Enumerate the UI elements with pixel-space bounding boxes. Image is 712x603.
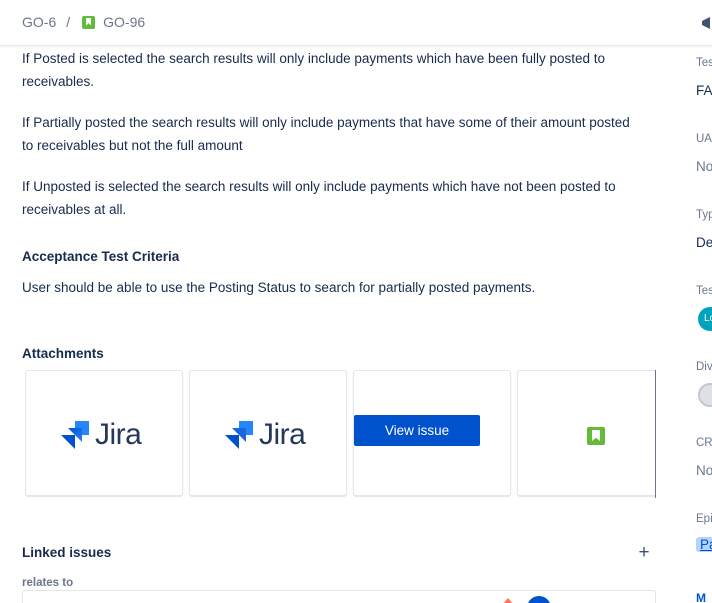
add-linked-issue-button[interactable]: +: [636, 543, 652, 563]
field-label: Tes: [696, 57, 712, 69]
field-label: Epi: [696, 513, 712, 525]
strip-scroll-edge: [655, 370, 656, 498]
jira-wordmark: Jira: [95, 418, 142, 451]
field-label: Tes: [696, 285, 712, 297]
field-label: Div: [696, 361, 712, 373]
jira-wordmark: Jira: [259, 418, 306, 451]
jira-logo: Jira: [223, 418, 306, 452]
field-label: Typ: [696, 209, 712, 221]
issue-header: GO-6 / GO-96: [0, 0, 712, 46]
field-value[interactable]: No: [696, 159, 712, 174]
attachment-card[interactable]: Jira: [25, 370, 183, 496]
priority-icon: [503, 598, 513, 603]
acceptance-text: User should be able to use the Posting S…: [22, 280, 536, 295]
avatar[interactable]: Lo: [698, 307, 712, 331]
jira-icon: [225, 421, 253, 449]
attachment-card[interactable]: Jira: [189, 370, 347, 496]
megaphone-icon[interactable]: [701, 16, 712, 30]
acceptance-heading: Acceptance Test Criteria: [22, 249, 180, 264]
attachments-heading: Attachments: [22, 346, 104, 361]
jira-icon: [61, 421, 89, 449]
linked-issues-heading: Linked issues: [22, 545, 112, 560]
story-icon: [587, 427, 605, 445]
epic-link[interactable]: Pa: [696, 537, 712, 552]
attachments-strip: Jira Jira View issue: [25, 370, 656, 498]
attachment-card[interactable]: View issue: [353, 370, 511, 496]
field-label: UA: [696, 133, 712, 145]
avatar[interactable]: [698, 383, 712, 407]
relation-label: relates to: [22, 577, 74, 589]
breadcrumb-separator: /: [66, 14, 71, 30]
description-paragraph: If Partially posted the search results w…: [22, 115, 630, 153]
story-icon: [82, 15, 96, 29]
breadcrumb-current-link[interactable]: GO-96: [103, 14, 145, 30]
view-issue-button[interactable]: View issue: [354, 415, 480, 446]
field-value[interactable]: De: [696, 235, 712, 250]
description-paragraph: If Unposted is selected the search resul…: [22, 179, 616, 217]
more-fields-link[interactable]: M: [696, 591, 706, 603]
field-value[interactable]: FA: [696, 83, 712, 98]
breadcrumb-parent-link[interactable]: GO-6: [22, 14, 56, 30]
jira-logo: Jira: [59, 418, 142, 452]
description-paragraph: If Posted is selected the search results…: [22, 51, 606, 89]
field-value[interactable]: No: [696, 463, 712, 478]
field-label: CR: [696, 437, 712, 449]
breadcrumb: GO-6 / GO-96: [22, 14, 145, 30]
linked-issue-row[interactable]: [22, 590, 656, 603]
details-sidebar: Tes FA UA No Typ De Tes Lo Div CR No Epi…: [696, 46, 712, 603]
avatar: [527, 596, 551, 603]
attachment-card[interactable]: [517, 370, 656, 496]
